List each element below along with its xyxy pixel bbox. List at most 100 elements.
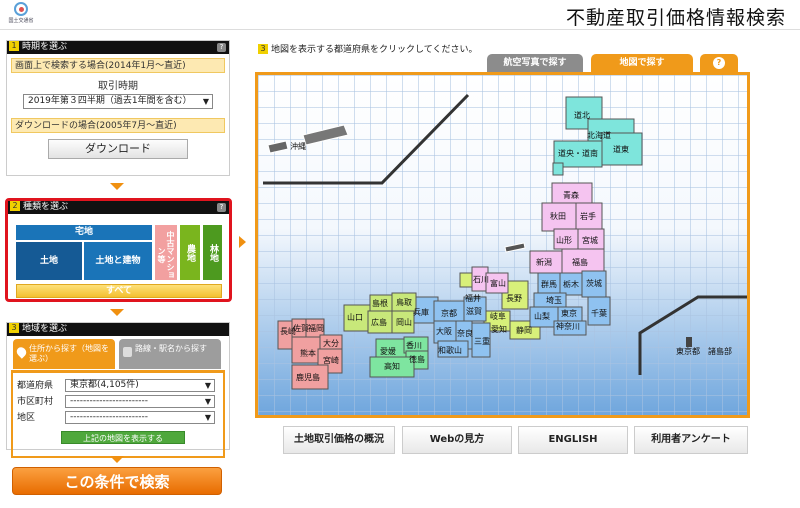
city-label: 市区町村 bbox=[17, 397, 54, 407]
tab-address-label: 住所から探す（地図を選ぶ） bbox=[29, 344, 109, 363]
site-title: 不動産取引価格情報検索 bbox=[565, 7, 786, 29]
tab-station[interactable]: 路線・駅名から探す bbox=[119, 339, 221, 369]
overview-button[interactable]: 土地取引価格の概況 bbox=[283, 426, 395, 454]
pref-tokyo-islands[interactable]: 東京都 諸島部 bbox=[676, 347, 732, 357]
pref-miyazaki[interactable]: 宮崎 bbox=[323, 356, 339, 366]
pref-ishikawa[interactable]: 石川 bbox=[473, 275, 489, 285]
mlit-logo[interactable]: 国土交通省 bbox=[6, 2, 36, 28]
howto-button[interactable]: Webの見方 bbox=[402, 426, 512, 454]
pref-kumamoto[interactable]: 熊本 bbox=[300, 349, 316, 359]
tab-address[interactable]: 住所から探す（地図を選ぶ） bbox=[13, 339, 115, 369]
sado-shape[interactable] bbox=[504, 242, 526, 253]
pref-hokkaido-central[interactable]: 北海道 bbox=[587, 131, 611, 141]
pref-niigata[interactable]: 新潟 bbox=[536, 258, 552, 268]
tab-aerial-photo[interactable]: 航空写真で探す bbox=[487, 54, 583, 72]
pref-nara[interactable]: 奈良 bbox=[457, 329, 473, 339]
survey-button[interactable]: 利用者アンケート bbox=[634, 426, 748, 454]
pref-ibaraki[interactable]: 茨城 bbox=[586, 279, 602, 289]
pref-akita[interactable]: 秋田 bbox=[550, 212, 566, 222]
download-button[interactable]: ダウンロード bbox=[48, 139, 188, 159]
arrow-right-icon bbox=[239, 236, 246, 248]
tab-station-label: 路線・駅名から探す bbox=[135, 344, 207, 353]
pref-fukui[interactable]: 福井 bbox=[465, 294, 481, 304]
city-select[interactable]: ------------------------ ▼ bbox=[65, 395, 215, 408]
pref-shiga[interactable]: 滋賀 bbox=[466, 307, 482, 317]
period-select[interactable]: 2019年第３四半期（過去1年間を含む） ▼ bbox=[23, 94, 213, 109]
step-number: 3 bbox=[258, 44, 268, 54]
download-label: ダウンロードの場合(2005年7月～直近) bbox=[11, 118, 225, 133]
region-form: 都道府県 東京都(4,105件) ▼ 市区町村 ----------------… bbox=[11, 370, 225, 458]
city-select-value: ------------------------ bbox=[70, 396, 148, 406]
district-select[interactable]: ------------------------ ▼ bbox=[65, 411, 215, 424]
pref-gunma[interactable]: 群馬 bbox=[541, 280, 557, 290]
show-map-button[interactable]: 上記の地図を表示する bbox=[61, 431, 185, 444]
pref-ehime[interactable]: 愛媛 bbox=[380, 347, 396, 357]
region-tabs: 住所から探す（地図を選ぶ） 路線・駅名から探す bbox=[7, 336, 229, 370]
pref-yamagata[interactable]: 山形 bbox=[556, 236, 572, 246]
region-panel-title: 地域を選ぶ bbox=[22, 324, 68, 334]
pref-kyoto[interactable]: 京都 bbox=[441, 309, 457, 319]
pref-oita[interactable]: 大分 bbox=[323, 339, 339, 349]
pref-okayama[interactable]: 岡山 bbox=[396, 318, 412, 328]
pref-yamanashi[interactable]: 山梨 bbox=[534, 312, 550, 322]
map-pin-icon bbox=[14, 345, 29, 359]
pref-hokkaido-south[interactable]: 道央・道南 bbox=[558, 149, 598, 159]
period-panel-title: 時期を選ぶ bbox=[22, 42, 68, 52]
okinawa-island-shape[interactable] bbox=[302, 124, 349, 146]
search-button[interactable]: この条件で検索 bbox=[12, 467, 222, 495]
pref-nagano[interactable]: 長野 bbox=[506, 294, 522, 304]
tokyo-islands-shape[interactable] bbox=[686, 337, 692, 347]
type-rinchi-button[interactable]: 林地 bbox=[203, 225, 222, 280]
pref-chiba[interactable]: 千葉 bbox=[591, 309, 607, 319]
help-icon[interactable]: ? bbox=[217, 203, 226, 212]
type-nochi-button[interactable]: 農地 bbox=[180, 225, 200, 280]
pref-okinawa[interactable]: 沖縄 bbox=[290, 142, 306, 152]
pref-wakayama[interactable]: 和歌山 bbox=[438, 346, 462, 356]
type-takuchi-button[interactable]: 宅地 bbox=[16, 225, 152, 240]
pref-kochi[interactable]: 高知 bbox=[384, 362, 400, 372]
pref-shimane[interactable]: 島根 bbox=[372, 299, 388, 309]
pref-fukushima[interactable]: 福島 bbox=[572, 258, 588, 268]
pref-aomori[interactable]: 青森 bbox=[563, 191, 579, 201]
pref-shizuoka[interactable]: 静岡 bbox=[516, 326, 532, 336]
pref-nagasaki[interactable]: 長崎 bbox=[280, 327, 296, 337]
pref-gifu[interactable]: 岐阜 bbox=[490, 312, 506, 322]
region-panel-header: 3 地域を選ぶ bbox=[7, 323, 229, 336]
map-help-button[interactable]: ? bbox=[700, 54, 738, 72]
page: 国土交通省 不動産取引価格情報検索 1 時期を選ぶ ? 画面上で検索する場合(20… bbox=[0, 0, 800, 508]
arrow-down-icon bbox=[110, 309, 124, 316]
pref-tokyo[interactable]: 東京 bbox=[561, 309, 577, 319]
pref-kagoshima[interactable]: 鹿児島 bbox=[296, 373, 320, 383]
header: 国土交通省 不動産取引価格情報検索 bbox=[0, 0, 800, 30]
tab-map[interactable]: 地図で探す bbox=[591, 54, 693, 72]
pref-iwate[interactable]: 岩手 bbox=[580, 212, 596, 222]
step-number: 1 bbox=[9, 41, 19, 51]
pref-hyogo[interactable]: 兵庫 bbox=[413, 308, 429, 318]
pref-kagawa[interactable]: 香川 bbox=[406, 341, 422, 351]
pref-tochigi[interactable]: 栃木 bbox=[563, 280, 579, 290]
map-caption: 3 地図を表示する都道府県をクリックしてください。 bbox=[258, 42, 477, 55]
pref-osaka[interactable]: 大阪 bbox=[436, 327, 452, 337]
english-button[interactable]: ENGLISH bbox=[518, 426, 628, 454]
pref-aichi[interactable]: 愛知 bbox=[491, 325, 507, 335]
pref-mie[interactable]: 三重 bbox=[474, 337, 490, 347]
help-icon[interactable]: ? bbox=[217, 43, 226, 52]
type-tochi-tatemono-button[interactable]: 土地と建物 bbox=[84, 242, 152, 280]
type-mansion-button[interactable]: 中古マンション等 bbox=[155, 225, 177, 280]
type-tochi-button[interactable]: 土地 bbox=[16, 242, 82, 280]
pref-tottori[interactable]: 鳥取 bbox=[396, 298, 412, 308]
pref-saitama[interactable]: 埼玉 bbox=[546, 296, 562, 306]
okinawa-shape[interactable] bbox=[267, 140, 289, 154]
pref-toyama[interactable]: 富山 bbox=[490, 279, 506, 289]
pref-select[interactable]: 東京都(4,105件) ▼ bbox=[65, 379, 215, 392]
pref-kanagawa[interactable]: 神奈川 bbox=[556, 322, 580, 332]
pref-hokkaido-east[interactable]: 道東 bbox=[613, 145, 629, 155]
pref-hokkaido-north[interactable]: 道北 bbox=[574, 111, 590, 121]
type-panel: 2 種類を選ぶ ? 宅地 土地 土地と建物 中古マンション等 農地 林地 すべて bbox=[5, 198, 232, 302]
pref-fukuoka[interactable]: 福岡 bbox=[308, 324, 324, 334]
pref-tokushima[interactable]: 徳島 bbox=[409, 355, 425, 365]
pref-miyagi[interactable]: 宮城 bbox=[582, 236, 598, 246]
pref-hiroshima[interactable]: 広島 bbox=[371, 318, 387, 328]
pref-yamaguchi[interactable]: 山口 bbox=[347, 313, 363, 323]
type-all-button[interactable]: すべて bbox=[16, 284, 222, 298]
